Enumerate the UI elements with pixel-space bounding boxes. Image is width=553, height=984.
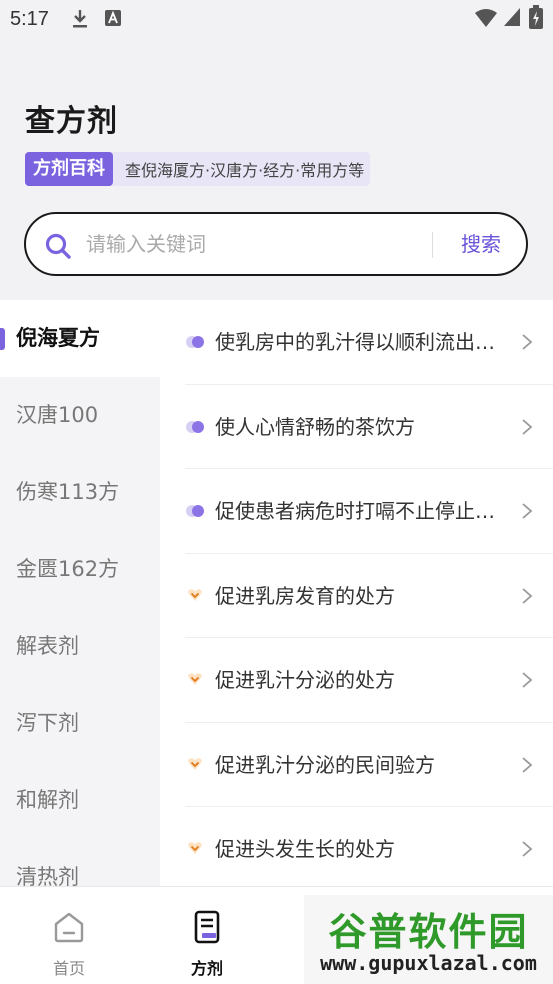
- sidebar-item-hantang[interactable]: 汉唐100: [0, 377, 160, 454]
- search-input[interactable]: [86, 226, 426, 262]
- list-item-title: 促使患者病危时打嗝不止停止…: [215, 499, 495, 523]
- list-item-title: 促进乳汁分泌的处方: [215, 668, 395, 692]
- sidebar-item-hejie[interactable]: 和解剂: [0, 762, 160, 839]
- dot-icon: [186, 505, 204, 517]
- sidebar-item-label: 解表剂: [16, 634, 79, 658]
- dot-icon: [186, 420, 204, 433]
- signal-icon: [504, 8, 520, 26]
- battery-icon: [529, 5, 543, 29]
- list-item[interactable]: 促进头发生长的处方: [185, 807, 553, 886]
- search-divider: [432, 232, 433, 258]
- status-bar: 5:17: [0, 0, 553, 40]
- chevron-right-icon: [522, 756, 533, 773]
- chevron-right-icon: [522, 672, 533, 688]
- sidebar-item-jingui[interactable]: 金匮162方: [0, 531, 160, 608]
- chevron-right-icon: [522, 503, 533, 519]
- prescription-list: 使乳房中的乳汁得以顺利流出… 使人心情舒畅的茶饮方 促使患者病危时打嗝不止停止……: [185, 300, 553, 886]
- list-item[interactable]: 促进乳房发育的处方: [185, 554, 553, 638]
- sidebar-item-label: 伤寒113方: [16, 480, 120, 504]
- list-item-title: 使人心情舒畅的茶饮方: [215, 414, 415, 439]
- category-sidebar: 倪海夏方 汉唐100 伤寒113方 金匮162方 解表剂 泻下剂 和解剂 清热剂: [0, 300, 160, 886]
- list-item[interactable]: 促使患者病危时打嗝不止停止…: [185, 469, 553, 554]
- tagline: 方剂百科 查倪海厦方·汉唐方·经方·常用方等: [25, 152, 371, 186]
- status-time: 5:17: [10, 8, 49, 30]
- search-box: 搜索: [24, 212, 528, 276]
- watermark: 谷普软件园 www.gupuxlazal.com: [304, 895, 553, 984]
- content-area: 倪海夏方 汉唐100 伤寒113方 金匮162方 解表剂 泻下剂 和解剂 清热剂…: [0, 300, 553, 886]
- sidebar-item-jiebiao[interactable]: 解表剂: [0, 608, 160, 685]
- tagline-description: 查倪海厦方·汉唐方·经方·常用方等: [125, 161, 365, 180]
- list-item-title: 促进乳房发育的处方: [215, 583, 395, 608]
- sidebar-item-label: 清热剂: [16, 865, 79, 886]
- list-item-title: 促进乳汁分泌的民间验方: [215, 752, 435, 777]
- list-item[interactable]: 促进乳汁分泌的处方: [185, 638, 553, 723]
- text-a-icon: [105, 10, 121, 26]
- home-icon: [54, 912, 84, 943]
- active-indicator: [0, 328, 5, 350]
- sidebar-item-xiexia[interactable]: 泻下剂: [0, 685, 160, 762]
- sidebar-item-label: 金匮162方: [16, 557, 120, 581]
- sidebar-item-label: 汉唐100: [16, 403, 99, 427]
- list-item[interactable]: 使乳房中的乳汁得以顺利流出…: [185, 300, 553, 385]
- watermark-title: 谷普软件园: [328, 910, 529, 954]
- sidebar-item-qingre[interactable]: 清热剂: [0, 839, 160, 886]
- badge-label: 方剂百科: [25, 152, 113, 186]
- heart-icon: [188, 673, 202, 685]
- list-item-title: 使乳房中的乳汁得以顺利流出…: [215, 330, 495, 354]
- download-icon: [73, 10, 87, 28]
- tab-prescriptions[interactable]: 方剂: [138, 887, 276, 984]
- wifi-icon: [475, 9, 497, 27]
- sidebar-item-label: 倪海夏方: [16, 326, 100, 350]
- list-item[interactable]: 促进乳汁分泌的民间验方: [185, 723, 553, 807]
- sidebar-item-label: 和解剂: [16, 788, 79, 812]
- tab-label: 首页: [52, 959, 85, 978]
- dot-icon: [186, 336, 204, 348]
- search-icon: [45, 233, 71, 259]
- list-item-title: 促进头发生长的处方: [215, 837, 395, 861]
- heart-icon: [188, 842, 202, 854]
- list-item[interactable]: 使人心情舒畅的茶饮方: [185, 385, 553, 469]
- chevron-right-icon: [522, 334, 533, 350]
- sidebar-item-nihaixia[interactable]: 倪海夏方: [0, 300, 160, 377]
- tab-label: 方剂: [190, 959, 223, 978]
- watermark-url: www.gupuxlazal.com: [320, 951, 537, 975]
- page-title: 查方剂: [25, 104, 118, 139]
- sidebar-item-label: 泻下剂: [16, 711, 79, 735]
- document-icon: [194, 910, 220, 944]
- heart-icon: [188, 588, 202, 601]
- search-button[interactable]: 搜索: [444, 226, 518, 262]
- tab-home[interactable]: 首页: [0, 887, 138, 984]
- chevron-right-icon: [522, 841, 533, 857]
- chevron-right-icon: [522, 418, 533, 435]
- sidebar-item-shanghan[interactable]: 伤寒113方: [0, 454, 160, 531]
- heart-icon: [188, 757, 202, 770]
- chevron-right-icon: [522, 587, 533, 604]
